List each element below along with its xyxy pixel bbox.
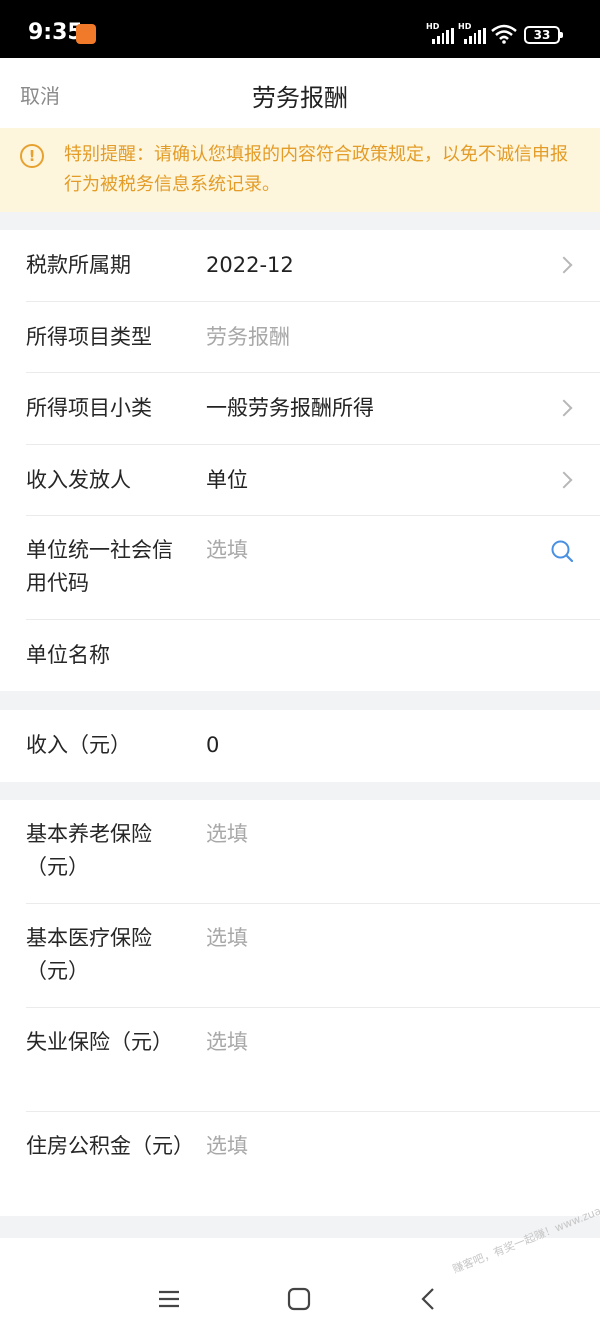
income-type-row: 所得项目类型 劳务报酬 — [26, 302, 600, 373]
tax-period-value: 2022-12 — [206, 253, 294, 277]
row-label: 基本医疗保险（元） — [26, 926, 152, 983]
signal-icon: HD — [458, 22, 486, 44]
nav-bar: 取消 劳务报酬 — [0, 58, 600, 128]
deductions-section: 基本养老保险（元） 选填 基本医疗保险（元） 选填 失业保险（元） 选填 住房公… — [0, 800, 600, 1216]
row-label: 单位名称 — [26, 643, 110, 667]
chevron-right-icon — [555, 256, 573, 274]
chevron-right-icon — [555, 399, 573, 417]
notice-banner: ! 特别提醒：请确认您填报的内容符合政策规定，以免不诚信申报行为被税务信息系统记… — [0, 128, 600, 212]
medical-insurance-row: 基本医疗保险（元） 选填 — [26, 904, 600, 1008]
row-label: 单位统一社会信用代码 — [26, 538, 173, 595]
wifi-icon — [491, 24, 517, 44]
housing-fund-row: 住房公积金（元） 选填 — [26, 1112, 600, 1216]
chevron-right-icon — [555, 471, 573, 489]
battery-icon: 33 — [524, 26, 563, 44]
income-input[interactable]: 0 — [206, 729, 219, 762]
pension-insurance-row: 基本养老保险（元） 选填 — [26, 800, 600, 904]
menu-icon[interactable] — [156, 1286, 182, 1312]
payer-row[interactable]: 收入发放人 单位 — [26, 445, 600, 516]
row-label: 税款所属期 — [26, 253, 131, 277]
pension-insurance-input[interactable]: 选填 — [206, 818, 248, 851]
status-bar: 9:35 HD HD 33 — [0, 0, 600, 58]
unemployment-insurance-row: 失业保险（元） 选填 — [26, 1008, 600, 1112]
medical-insurance-input[interactable]: 选填 — [206, 922, 248, 955]
payer-value: 单位 — [206, 468, 248, 492]
warning-icon: ! — [20, 144, 44, 168]
income-amount-section: 收入（元） 0 — [0, 710, 600, 782]
tax-period-row[interactable]: 税款所属期 2022-12 — [26, 230, 600, 302]
company-name-row: 单位名称 — [26, 620, 600, 691]
income-row: 收入（元） 0 — [26, 710, 600, 782]
signal-icon: HD — [426, 22, 454, 44]
back-icon[interactable] — [416, 1286, 442, 1312]
credit-code-input[interactable]: 选填 — [206, 534, 248, 567]
system-nav-bar — [0, 1262, 600, 1334]
home-icon[interactable] — [286, 1286, 312, 1312]
row-label: 收入（元） — [26, 733, 131, 757]
row-label: 所得项目小类 — [26, 396, 152, 420]
row-label: 收入发放人 — [26, 468, 131, 492]
row-label: 失业保险（元） — [26, 1030, 173, 1054]
income-info-section: 税款所属期 2022-12 所得项目类型 劳务报酬 所得项目小类 一般劳务报酬所… — [0, 230, 600, 691]
income-subcategory-value: 一般劳务报酬所得 — [206, 396, 374, 420]
income-type-value: 劳务报酬 — [206, 325, 290, 349]
income-subcategory-row[interactable]: 所得项目小类 一般劳务报酬所得 — [26, 373, 600, 445]
row-label: 所得项目类型 — [26, 325, 152, 349]
housing-fund-input[interactable]: 选填 — [206, 1130, 248, 1163]
credit-code-row: 单位统一社会信用代码 选填 — [26, 516, 600, 620]
battery-level: 33 — [533, 28, 551, 42]
app-icon — [76, 24, 96, 44]
status-time: 9:35 — [28, 20, 83, 45]
notice-text: 特别提醒：请确认您填报的内容符合政策规定，以免不诚信申报行为被税务信息系统记录。 — [64, 144, 568, 195]
unemployment-insurance-input[interactable]: 选填 — [206, 1026, 248, 1059]
row-label: 基本养老保险（元） — [26, 822, 152, 879]
search-icon[interactable] — [550, 539, 574, 563]
page-title: 劳务报酬 — [252, 84, 348, 112]
row-label: 住房公积金（元） — [26, 1134, 194, 1158]
